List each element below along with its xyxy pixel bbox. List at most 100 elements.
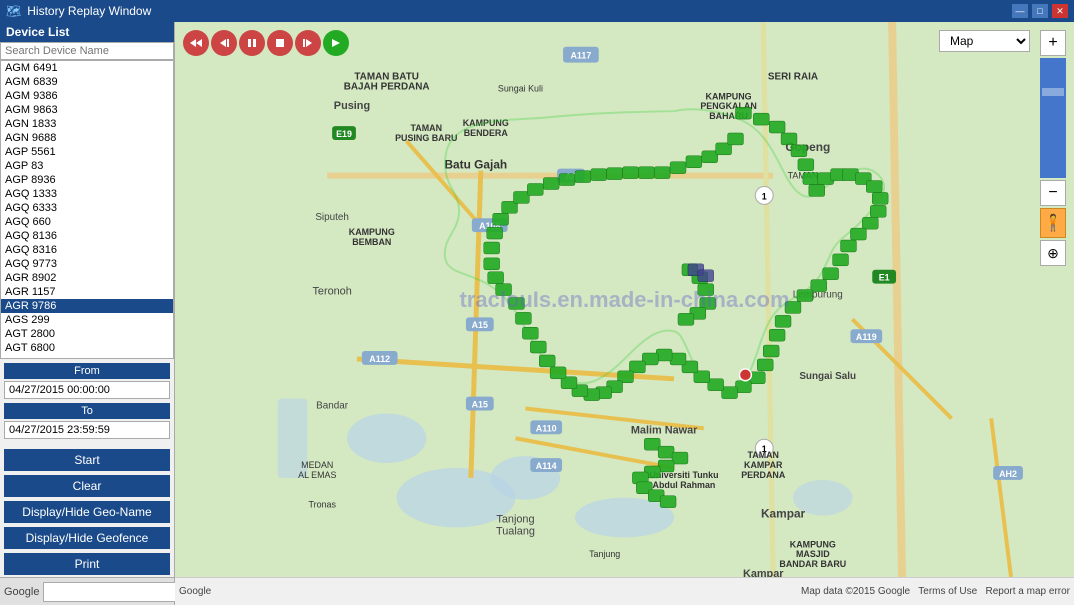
print-button[interactable]: Print	[4, 553, 170, 575]
left-panel: Device List AGM 6491AGM 6839AGM 9386AGM …	[0, 22, 175, 605]
svg-text:E1: E1	[879, 273, 890, 283]
close-button[interactable]: ✕	[1052, 4, 1068, 18]
stop-button[interactable]	[267, 30, 293, 56]
app-icon: 🗺	[6, 4, 21, 18]
bottom-search-bar: Google Search	[0, 577, 174, 605]
device-list-item[interactable]: AGQ 8136	[1, 229, 173, 243]
restore-button[interactable]: □	[1032, 4, 1048, 18]
device-list-item[interactable]: AGN 1833	[1, 117, 173, 131]
map-data-label: Map data ©2015 Google	[801, 586, 910, 597]
device-list-item[interactable]: AGR 1157	[1, 285, 173, 299]
svg-text:A110: A110	[536, 423, 557, 433]
from-label: From	[4, 363, 170, 379]
pan-button[interactable]: ⊕	[1040, 240, 1066, 266]
to-datetime-input[interactable]	[4, 421, 170, 439]
playback-controls	[183, 30, 349, 56]
device-list-item[interactable]: AGQ 6333	[1, 201, 173, 215]
device-list-item[interactable]: AGS 299	[1, 313, 173, 327]
report-error-link[interactable]: Report a map error	[986, 586, 1070, 597]
device-list-item[interactable]: AGP 8936	[1, 173, 173, 187]
device-listbox[interactable]: AGM 6491AGM 6839AGM 9386AGM 9863AGN 1833…	[0, 60, 174, 359]
device-list-item[interactable]: AGM 9863	[1, 103, 173, 117]
svg-text:Teronoh: Teronoh	[312, 286, 351, 298]
main-content: Device List AGM 6491AGM 6839AGM 9386AGM …	[0, 22, 1074, 605]
clear-button[interactable]: Clear	[4, 475, 170, 497]
device-list-item[interactable]: AGQ 8316	[1, 243, 173, 257]
svg-text:E19: E19	[336, 129, 352, 139]
svg-text:KAMPUNG: KAMPUNG	[349, 227, 395, 237]
svg-text:Abdul Rahman: Abdul Rahman	[653, 480, 716, 490]
svg-text:Tanjung: Tanjung	[589, 549, 620, 559]
from-datetime-input[interactable]	[4, 381, 170, 399]
device-list-item[interactable]: AGR 8902	[1, 271, 173, 285]
map-background: A117 A8 A108 A15 A15 A112 A110 A114 A119…	[175, 22, 1074, 577]
svg-text:A15: A15	[472, 320, 488, 330]
device-list-item[interactable]: AGQ 9773	[1, 257, 173, 271]
map-bottom-bar: Google Map data ©2015 Google Terms of Us…	[175, 577, 1074, 605]
svg-text:Malim Nawar: Malim Nawar	[631, 424, 698, 436]
svg-text:KAMPUNG: KAMPUNG	[790, 539, 836, 549]
svg-text:Kampar: Kampar	[743, 568, 784, 577]
terms-link[interactable]: Terms of Use	[918, 586, 977, 597]
zoom-slider[interactable]	[1040, 58, 1066, 178]
pegman-button[interactable]: 🧍	[1040, 208, 1066, 238]
play-button[interactable]	[323, 30, 349, 56]
rewind-button[interactable]	[183, 30, 209, 56]
device-list-header: Device List	[0, 22, 174, 42]
svg-text:MEDAN: MEDAN	[301, 460, 333, 470]
svg-text:Sungai Salu: Sungai Salu	[799, 371, 856, 382]
svg-text:Sungai Kuli: Sungai Kuli	[498, 83, 543, 93]
svg-text:Tanjong: Tanjong	[496, 513, 534, 525]
pause-button[interactable]	[239, 30, 265, 56]
svg-text:Siputeh: Siputeh	[315, 212, 349, 223]
svg-text:SERI RAIA: SERI RAIA	[768, 71, 818, 82]
action-buttons: Start Clear Display/Hide Geo-Name Displa…	[0, 447, 174, 577]
zoom-out-button[interactable]: −	[1040, 180, 1066, 206]
svg-text:PERDANA: PERDANA	[741, 470, 786, 480]
svg-text:TAMAN: TAMAN	[411, 123, 443, 133]
svg-text:MASJID: MASJID	[796, 549, 830, 559]
map-area: A117 A8 A108 A15 A15 A112 A110 A114 A119…	[175, 22, 1074, 605]
map-type-dropdown[interactable]: Map Satellite Terrain Hybrid	[939, 30, 1030, 52]
back-button[interactable]	[211, 30, 237, 56]
google-maps-logo: Google	[179, 586, 211, 597]
svg-text:TAMAN: TAMAN	[748, 450, 779, 460]
map-container[interactable]: A117 A8 A108 A15 A15 A112 A110 A114 A119…	[175, 22, 1074, 577]
search-device-input[interactable]	[0, 42, 174, 60]
device-list-item[interactable]: AGM 6491	[1, 61, 173, 75]
svg-text:AH2: AH2	[999, 469, 1017, 479]
device-list-item[interactable]: AGQ 660	[1, 215, 173, 229]
svg-text:A117: A117	[570, 51, 591, 61]
display-hide-geofence-button[interactable]: Display/Hide Geofence	[4, 527, 170, 549]
datetime-section: From To	[0, 359, 174, 447]
display-hide-geoname-button[interactable]: Display/Hide Geo-Name	[4, 501, 170, 523]
svg-text:BAJAH PERDANA: BAJAH PERDANA	[344, 81, 430, 92]
svg-text:Tronas: Tronas	[309, 500, 337, 510]
svg-text:BENDERA: BENDERA	[464, 128, 509, 138]
forward-button[interactable]	[295, 30, 321, 56]
google-label: Google	[4, 586, 39, 598]
device-list-item[interactable]: AGM 6839	[1, 75, 173, 89]
minimize-button[interactable]: —	[1012, 4, 1028, 18]
device-list-item[interactable]: AGP 83	[1, 159, 173, 173]
svg-text:Kampar: Kampar	[761, 507, 806, 521]
svg-text:BANDAR BARU: BANDAR BARU	[779, 559, 846, 569]
svg-text:A15: A15	[472, 400, 488, 410]
device-list-item[interactable]: AGT 2800	[1, 327, 173, 341]
svg-text:Batu Gajah: Batu Gajah	[444, 158, 507, 172]
zoom-controls: + − 🧍 ⊕	[1040, 30, 1066, 266]
device-list-item[interactable]: AGN 9688	[1, 131, 173, 145]
device-list-item[interactable]: AGT 6800	[1, 341, 173, 355]
svg-text:KAMPUNG: KAMPUNG	[706, 91, 752, 101]
start-button[interactable]: Start	[4, 449, 170, 471]
zoom-slider-thumb	[1042, 88, 1064, 96]
device-list-item[interactable]: AGR 9786	[1, 299, 173, 313]
title-bar: 🗺 History Replay Window — □ ✕	[0, 0, 1074, 22]
zoom-in-button[interactable]: +	[1040, 30, 1066, 56]
map-search-input[interactable]	[43, 582, 195, 602]
device-list-item[interactable]: AGP 5561	[1, 145, 173, 159]
device-list-item[interactable]: AGM 9386	[1, 89, 173, 103]
window-title: History Replay Window	[27, 4, 1012, 18]
device-list-item[interactable]: AGQ 1333	[1, 187, 173, 201]
svg-text:PUSING BARU: PUSING BARU	[395, 133, 457, 143]
